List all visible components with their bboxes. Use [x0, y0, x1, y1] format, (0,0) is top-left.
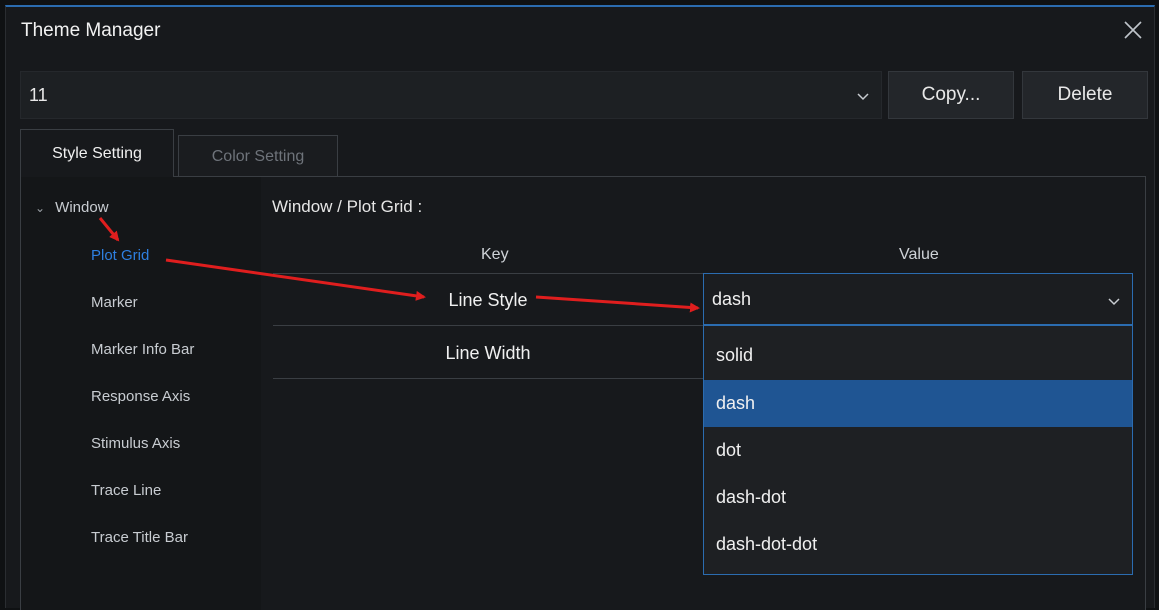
tree-group-window[interactable]: ⌄ Window — [35, 199, 109, 216]
tab-content: ⌄ Window Plot Grid Marker Marker Info Ba… — [20, 176, 1146, 610]
close-icon[interactable] — [1120, 17, 1146, 43]
tree-item-marker[interactable]: Marker — [91, 294, 138, 311]
chevron-down-icon — [857, 93, 869, 101]
theme-manager-window: Theme Manager 11 Copy... Delete Style Se… — [5, 5, 1155, 610]
chevron-down-icon — [1108, 298, 1120, 306]
copy-button[interactable]: Copy... — [888, 71, 1014, 119]
dropdown-option-dot[interactable]: dot — [704, 427, 1132, 474]
tree-item-stimulus-axis[interactable]: Stimulus Axis — [91, 435, 180, 452]
tab-style-setting[interactable]: Style Setting — [20, 129, 174, 177]
settings-tree: ⌄ Window Plot Grid Marker Marker Info Ba… — [21, 177, 261, 610]
tree-item-trace-line[interactable]: Trace Line — [91, 482, 161, 499]
tree-expand-icon: ⌄ — [35, 201, 46, 215]
tab-color-setting[interactable]: Color Setting — [178, 135, 338, 177]
title-bar: Theme Manager — [6, 7, 1154, 59]
tree-item-trace-title-bar[interactable]: Trace Title Bar — [91, 529, 188, 546]
row-key-line-style: Line Style — [448, 290, 528, 310]
dropdown-option-dash[interactable]: dash — [704, 380, 1132, 427]
tree-item-response-axis[interactable]: Response Axis — [91, 388, 190, 405]
column-header-key: Key — [481, 246, 509, 263]
line-style-select[interactable]: dash — [703, 273, 1133, 325]
window-title: Theme Manager — [21, 20, 161, 41]
column-header-value: Value — [899, 246, 939, 263]
row-key-line-width: Line Width — [445, 343, 531, 363]
tree-group-label: Window — [55, 199, 109, 216]
line-style-dropdown: solid dash dot dash-dot dash-dot-dot — [703, 325, 1133, 575]
theme-select[interactable]: 11 — [20, 71, 882, 119]
tree-item-marker-info-bar[interactable]: Marker Info Bar — [91, 341, 194, 358]
line-style-select-value: dash — [712, 289, 752, 309]
dropdown-option-dash-dot[interactable]: dash-dot — [704, 474, 1132, 521]
dropdown-option-solid[interactable]: solid — [704, 332, 1132, 379]
theme-select-value: 11 — [29, 85, 48, 105]
grid-row-divider — [273, 325, 703, 326]
dropdown-option-dash-dot-dot[interactable]: dash-dot-dot — [704, 521, 1132, 568]
tree-item-plot-grid[interactable]: Plot Grid — [91, 247, 149, 264]
grid-row-divider — [273, 378, 703, 379]
detail-title: Window / Plot Grid : — [272, 197, 423, 216]
delete-button[interactable]: Delete — [1022, 71, 1148, 119]
